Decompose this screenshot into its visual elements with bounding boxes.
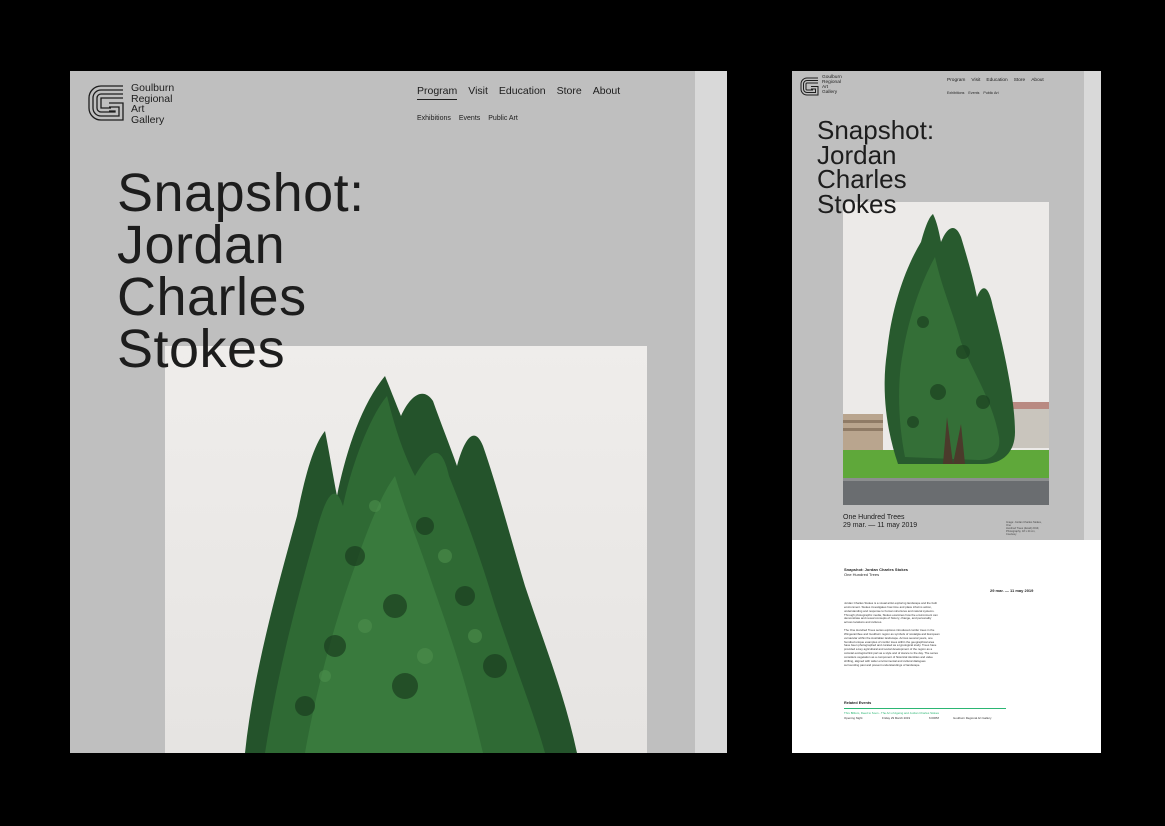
main-nav: Program Visit Education Store About xyxy=(947,78,1050,83)
scrollbar-track[interactable] xyxy=(695,71,727,753)
logo-line: Gallery xyxy=(822,89,838,95)
gallery-logo-icon[interactable] xyxy=(87,84,125,122)
exhibition-hero-image xyxy=(843,202,1049,505)
event-date: Friday 29 March 2019 xyxy=(882,716,911,720)
nav-item-visit[interactable]: Visit xyxy=(468,85,488,100)
detail-subtitle: One Hundred Trees xyxy=(844,572,880,577)
credit-line: Photography, 18 x 24 cm, Courtesy xyxy=(1006,530,1036,536)
subnav-item-public-art[interactable]: Public Art xyxy=(488,115,518,122)
exhibition-dates: 29 mar. — 11 may 2019 xyxy=(843,522,918,529)
subnav-item-events[interactable]: Events xyxy=(459,115,480,122)
nav-item-visit[interactable]: Visit xyxy=(971,78,980,83)
sub-nav: Exhibitions Events Public Art xyxy=(417,115,526,122)
tablet-mockup: Goulburn Regional Art Gallery Program Vi… xyxy=(792,71,1101,753)
exhibition-hero-image xyxy=(165,346,647,753)
nav-item-about[interactable]: About xyxy=(593,85,620,100)
subnav-item-events[interactable]: Events xyxy=(968,91,979,95)
title-line: Charles xyxy=(117,267,307,327)
body-paragraph: Jordan Charles Stokes is a visual artist… xyxy=(844,601,938,625)
image-credit: Image: Jordan Charles Stokes, One Hundre… xyxy=(1006,521,1046,536)
event-type: Opening Night xyxy=(844,716,863,720)
logo-line: Goulburn xyxy=(131,82,175,94)
detail-heading: Snapshot: Jordan Charles Stokes One Hund… xyxy=(844,567,908,577)
logo-line: Art xyxy=(131,103,145,115)
title-line: Stokes xyxy=(117,319,286,379)
nav-item-education[interactable]: Education xyxy=(499,85,546,100)
nav-item-education[interactable]: Education xyxy=(986,78,1007,83)
page-title: Snapshot: Jordan Charles Stokes xyxy=(817,115,935,219)
subnav-item-exhibitions[interactable]: Exhibitions xyxy=(947,91,964,95)
scrollbar-track[interactable] xyxy=(1084,71,1101,540)
title-line: Stokes xyxy=(817,188,897,219)
exhibition-summary: One Hundred Trees 29 mar. — 11 may 2019 xyxy=(843,514,917,530)
nav-item-store[interactable]: Store xyxy=(557,85,582,100)
gallery-logo-text[interactable]: Goulburn Regional Art Gallery xyxy=(822,75,852,96)
related-events-heading: Related Events xyxy=(844,701,872,705)
nav-item-program[interactable]: Program xyxy=(417,85,458,100)
gallery-logo-icon[interactable] xyxy=(800,77,819,96)
related-event-link[interactable]: Thru Billium, Deed to Soon - The Art of … xyxy=(844,711,939,715)
subnav-item-exhibitions[interactable]: Exhibitions xyxy=(417,115,451,122)
body-paragraph: The One Hundred Trees series explores in… xyxy=(844,628,940,667)
title-line: Jordan xyxy=(117,215,286,275)
event-time: 6:00PM xyxy=(929,716,939,720)
sub-nav: Exhibitions Events Public Art xyxy=(947,91,1003,95)
subnav-item-public-art[interactable]: Public Art xyxy=(983,91,998,95)
gallery-logo-text[interactable]: Goulburn Regional Art Gallery xyxy=(131,83,191,125)
exhibition-name: One Hundred Trees xyxy=(843,514,905,521)
logo-line: Gallery xyxy=(131,113,165,126)
detail-body: Jordan Charles Stokes is a visual artist… xyxy=(844,601,940,672)
title-line: Snapshot: xyxy=(817,115,935,145)
event-venue: Goulburn Regional Art Gallery xyxy=(953,716,992,720)
desktop-mockup: Goulburn Regional Art Gallery Program Vi… xyxy=(70,71,727,753)
title-line: Snapshot: xyxy=(117,163,365,223)
nav-item-program[interactable]: Program xyxy=(947,78,965,83)
title-line: Charles xyxy=(817,164,907,194)
main-nav: Program Visit Education Store About xyxy=(417,85,631,100)
page-title: Snapshot: Jordan Charles Stokes xyxy=(117,163,365,379)
divider xyxy=(844,708,1006,709)
nav-item-store[interactable]: Store xyxy=(1014,78,1025,83)
detail-dates: 29 mar. — 11 may 2019 xyxy=(990,588,1034,593)
nav-item-about[interactable]: About xyxy=(1031,78,1044,83)
